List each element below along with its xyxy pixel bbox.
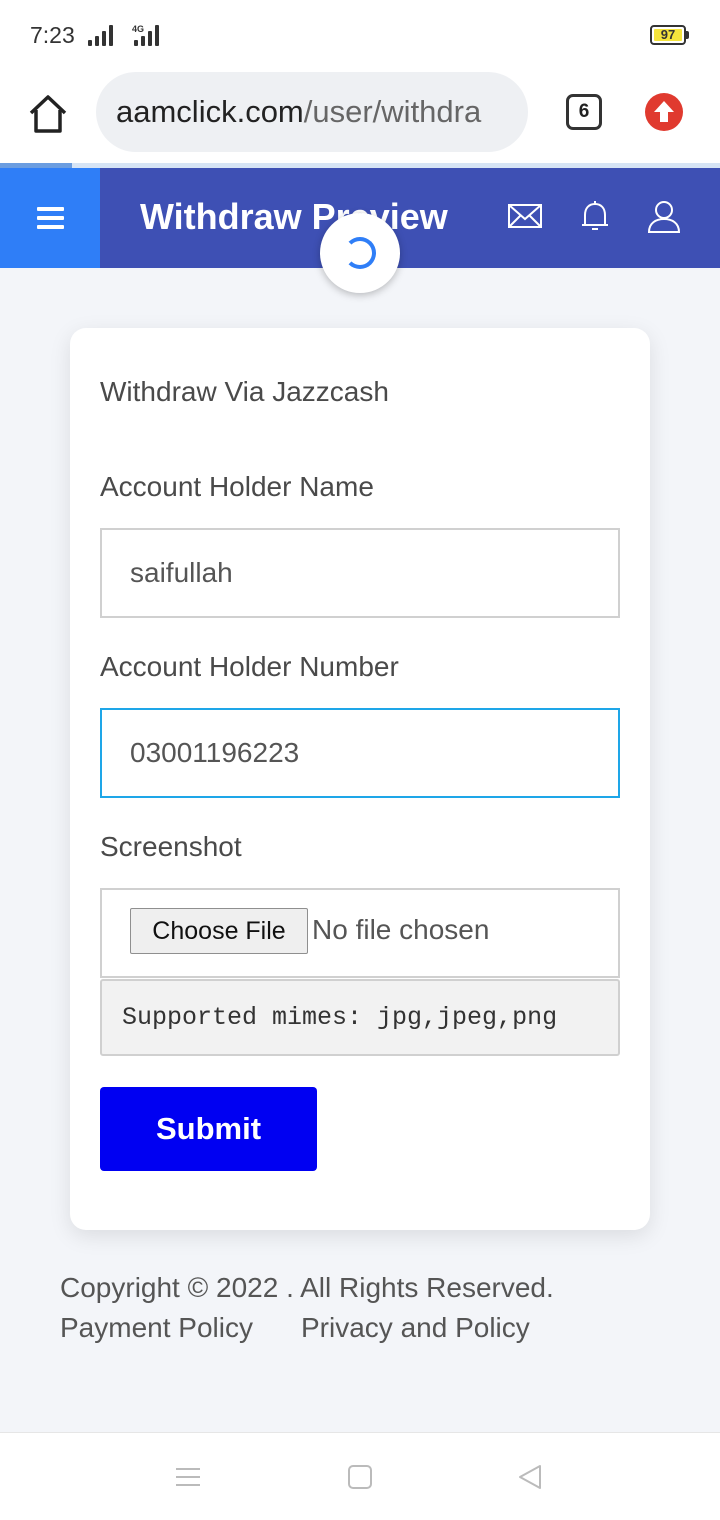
form-title: Withdraw Via Jazzcash	[100, 376, 389, 407]
supported-mimes-hint: Supported mimes: jpg,jpeg,png	[100, 979, 620, 1056]
signal-icon	[88, 24, 118, 46]
battery-level: 97	[654, 28, 682, 41]
status-time: 7:23	[30, 22, 75, 48]
screenshot-file-input[interactable]: Choose File No file chosen	[100, 888, 620, 978]
tab-switcher-button[interactable]: 6	[566, 94, 602, 130]
choose-file-button[interactable]: Choose File	[130, 908, 308, 954]
url-domain: aamclick.com	[116, 94, 304, 129]
file-status-text: No file chosen	[312, 914, 490, 945]
home-icon[interactable]	[26, 92, 70, 136]
loading-spinner	[320, 213, 400, 293]
account-name-label: Account Holder Name	[100, 471, 374, 502]
battery-icon: 97	[650, 25, 686, 45]
hamburger-menu-icon[interactable]	[0, 168, 100, 268]
back-nav-icon[interactable]	[516, 1463, 544, 1496]
browser-toolbar: aamclick.com/user/withdra 6	[0, 72, 720, 164]
submit-button[interactable]: Submit	[100, 1087, 317, 1171]
withdraw-form-card: Withdraw Via Jazzcash Account Holder Nam…	[70, 328, 650, 1230]
system-nav-bar	[0, 1432, 720, 1520]
url-path: /user/withdra	[303, 94, 482, 129]
home-nav-icon[interactable]	[346, 1463, 374, 1496]
privacy-policy-link[interactable]: Privacy and Policy	[301, 1312, 530, 1344]
signal-icon-2	[134, 24, 164, 46]
upload-arrow-icon[interactable]	[645, 93, 683, 131]
footer-copyright: Copyright © 2022 . All Rights Reserved.	[60, 1272, 554, 1303]
battery-tip	[686, 31, 689, 39]
spinner-ring	[344, 237, 376, 269]
mail-icon[interactable]	[507, 198, 543, 234]
account-number-input[interactable]: 03001196223	[100, 708, 620, 798]
account-number-label: Account Holder Number	[100, 651, 399, 682]
address-bar[interactable]: aamclick.com/user/withdra	[96, 72, 528, 152]
screenshot-label: Screenshot	[100, 831, 242, 862]
recent-apps-icon[interactable]	[174, 1463, 202, 1496]
bell-icon[interactable]	[577, 198, 613, 234]
account-name-input[interactable]: saifullah	[100, 528, 620, 618]
user-profile-icon[interactable]	[646, 198, 682, 234]
status-bar: 7:23 4G 97	[0, 0, 720, 72]
payment-policy-link[interactable]: Payment Policy	[60, 1312, 253, 1344]
page-title: Withdraw Preview	[140, 196, 448, 237]
